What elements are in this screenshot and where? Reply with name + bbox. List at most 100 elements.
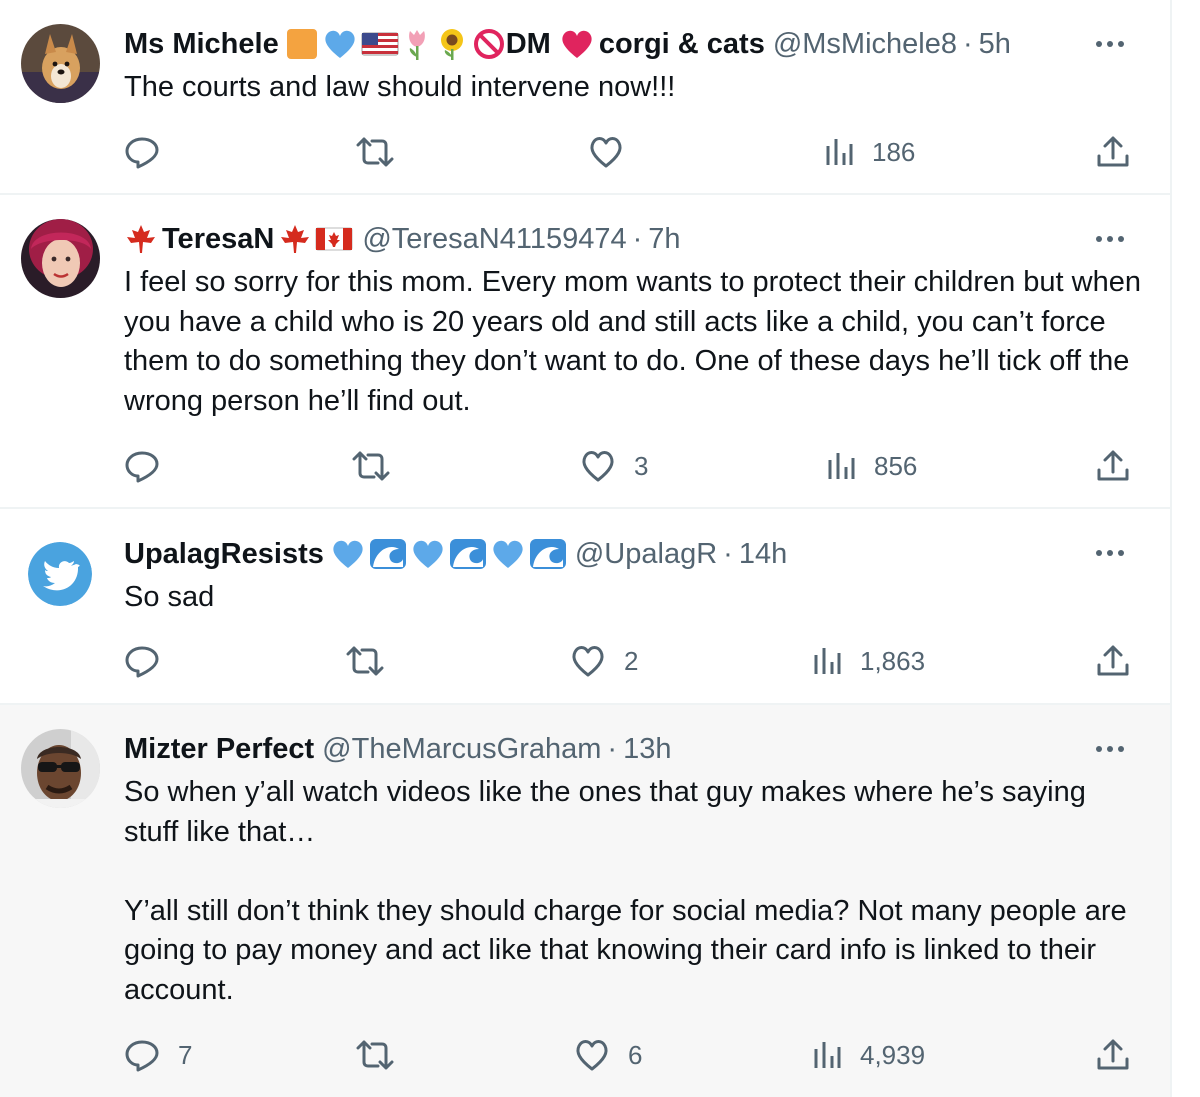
maple-leaf-icon [127,225,155,253]
tweet-text: So sad [124,581,215,613]
tweet-text: I feel so sorry for this mom. Every mom … [124,266,1150,417]
retweet-icon [352,451,390,481]
tweet-header: Mizter Perfect @TheMarcusGraham · 13h [124,729,671,769]
share-icon [1097,1039,1129,1070]
separator: · [607,732,618,765]
us-flag-icon [361,32,399,56]
display-name-suffix: corgi & cats [598,27,765,60]
tweet-mizterperfect[interactable]: Mizter Perfect @TheMarcusGraham · 13h So… [0,705,1170,1097]
separator: · [723,537,733,570]
retweet-button[interactable] [356,1035,412,1075]
display-name[interactable]: Mizter Perfect [124,733,314,766]
maple-leaf-icon [281,225,310,253]
retweet-icon [356,1040,394,1070]
views-button[interactable]: 4,939 [812,1035,925,1075]
timestamp[interactable]: 14h [739,538,787,571]
retweet-button[interactable] [352,446,408,486]
separator: · [962,27,973,60]
views-icon [828,453,855,479]
display-name-dm: DM [505,27,551,60]
more-icon[interactable] [1094,733,1126,765]
display-name[interactable]: Ms Michele [124,28,279,61]
like-count: 3 [634,450,649,481]
orange-square-icon [286,29,317,59]
retweet-icon [356,137,394,167]
reply-button[interactable] [124,641,178,681]
share-icon [1097,645,1129,676]
tweet-text: The courts and law should intervene now!… [124,71,676,103]
handle[interactable]: @TheMarcusGraham [322,733,601,766]
tweet-header: Ms Michele DM corgi & cats @MsMichele8 ·… [124,24,1011,64]
tweet-actions: 186 [0,132,1170,172]
timestamp[interactable]: 7h [648,223,680,256]
views-icon [814,648,841,674]
tweet-header: TeresaN @TeresaN41159474 · 7h [124,219,681,259]
blue-heart-icon [493,540,523,568]
avatar[interactable] [28,542,92,606]
tweet-text: So when y’all watch videos like the ones… [124,776,1127,1006]
reply-icon [125,137,159,169]
views-button[interactable]: 186 [824,132,915,172]
avatar[interactable] [21,219,100,298]
tweet-actions: 3 856 [0,446,1170,486]
retweet-button[interactable] [346,641,402,681]
display-name[interactable]: UpalagResists [124,538,324,571]
view-count: 4,939 [860,1039,926,1070]
prohibited-icon [473,29,504,59]
name-emojis [285,27,506,61]
views-button[interactable]: 1,863 [812,641,925,681]
blue-heart-icon [325,30,355,58]
reply-feed: Ms Michele DM corgi & cats @MsMichele8 ·… [0,0,1172,1097]
more-icon[interactable] [1094,537,1126,569]
like-count: 2 [624,645,639,676]
reply-icon [125,451,159,483]
reply-button[interactable] [124,132,178,172]
separator: · [632,222,643,255]
tulip-icon [408,30,425,60]
reply-icon [125,1040,159,1072]
reply-button[interactable] [124,446,178,486]
more-icon[interactable] [1094,223,1126,255]
share-icon [1097,450,1129,481]
like-button[interactable] [588,132,642,172]
wave-icon [529,539,566,569]
share-button[interactable] [1096,641,1130,681]
avatar[interactable] [21,24,100,103]
blue-heart-icon [333,540,363,568]
retweet-button[interactable] [356,132,412,172]
display-name[interactable]: TeresaN [162,223,274,256]
timestamp[interactable]: 5h [979,28,1011,61]
share-button[interactable] [1096,446,1130,486]
view-count: 1,863 [860,645,926,676]
tweet-header: UpalagResists @UpalagR · 14h [124,534,787,574]
views-icon [814,1042,841,1068]
heart-icon [582,451,614,482]
reply-button[interactable]: 7 [124,1035,192,1075]
red-heart-icon [562,30,592,58]
name-emojis [330,537,567,571]
heart-icon [576,1040,608,1071]
share-button[interactable] [1096,1035,1130,1075]
heart-icon [572,646,604,677]
avatar[interactable] [21,729,100,808]
timestamp[interactable]: 13h [623,733,671,766]
share-icon [1097,136,1129,167]
canada-flag-icon [315,227,353,251]
view-count: 186 [872,136,916,167]
handle[interactable]: @UpalagR [575,538,717,571]
like-button[interactable]: 3 [580,446,648,486]
tweet-upalagresists[interactable]: UpalagResists @UpalagR · 14h So sad 2 1,… [0,509,1170,705]
tweet-msmichele[interactable]: Ms Michele DM corgi & cats @MsMichele8 ·… [0,0,1170,195]
handle[interactable]: @MsMichele8 [773,28,957,61]
like-button[interactable]: 6 [574,1035,642,1075]
handle[interactable]: @TeresaN41159474 [362,223,626,256]
sunflower-icon [440,29,463,60]
like-button[interactable]: 2 [570,641,638,681]
views-button[interactable]: 856 [826,446,917,486]
tweet-teresan[interactable]: TeresaN @TeresaN41159474 · 7h I feel so … [0,195,1170,509]
reply-icon [125,646,159,678]
wave-icon [369,539,406,569]
share-button[interactable] [1096,132,1130,172]
view-count: 856 [874,450,918,481]
more-icon[interactable] [1094,28,1126,60]
